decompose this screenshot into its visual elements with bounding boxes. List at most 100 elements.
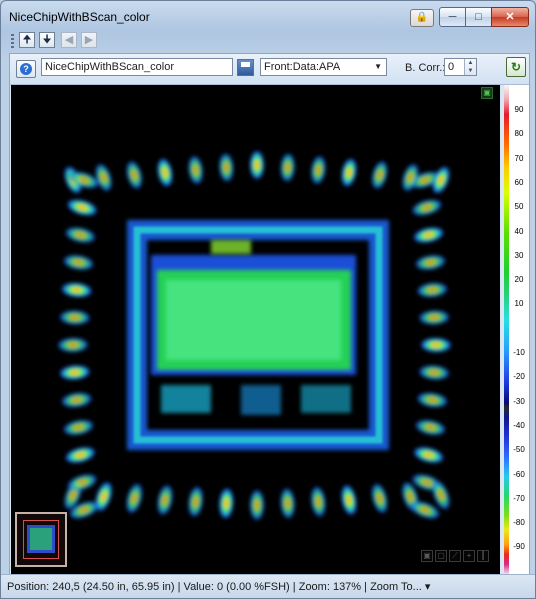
status-text: Position: 240,5 (24.50 in, 65.95 in) | V… xyxy=(7,580,430,593)
measure-icon[interactable]: ⟋ xyxy=(449,550,461,562)
chip-lead xyxy=(412,199,442,216)
chip-lead xyxy=(413,227,444,243)
chip-lead xyxy=(65,447,95,463)
chip-lead xyxy=(157,485,173,515)
help-icon: ? xyxy=(20,63,32,75)
color-scale-tick: -70 xyxy=(513,493,525,503)
forward-icon: ▶ xyxy=(84,34,94,46)
forward-button[interactable]: ▶ xyxy=(81,32,97,48)
color-scale-tick: 40 xyxy=(514,226,524,236)
color-scale-tick: -20 xyxy=(513,372,525,382)
status-value: Value: 0 (0.00 %FSH) xyxy=(183,581,290,593)
chip-lead xyxy=(61,392,92,408)
chevron-down-icon: ▾ xyxy=(424,581,431,593)
scan-image xyxy=(58,151,451,520)
chip-lead xyxy=(415,255,446,270)
view-select[interactable]: Front:Data:APA ▼ xyxy=(260,58,387,76)
color-scale-tick: -60 xyxy=(513,469,525,479)
chip-lead xyxy=(219,153,234,182)
chip-lead xyxy=(419,365,450,380)
color-scale-tick: 70 xyxy=(514,153,524,163)
export-up-icon: 🠉 xyxy=(22,34,32,46)
minimize-icon: ─ xyxy=(448,11,457,23)
color-scale-tick: -90 xyxy=(513,542,525,552)
overview-thumbnail[interactable] xyxy=(15,512,67,567)
chip-lead xyxy=(249,151,265,179)
minimize-button[interactable]: ─ xyxy=(439,7,466,27)
chip-lead xyxy=(67,199,97,216)
import-down-icon: 🠋 xyxy=(42,34,52,46)
chip-lead xyxy=(59,310,90,325)
color-scale-tick: 50 xyxy=(514,202,524,212)
color-scale-tick: 20 xyxy=(514,275,524,285)
chip-lead xyxy=(249,490,265,520)
chip-lead xyxy=(188,156,203,184)
zoom-to-menu[interactable]: Zoom To... ▾ xyxy=(370,581,430,593)
export-up-button[interactable]: 🠉 xyxy=(19,32,35,48)
caption-buttons: ─ □ ✕ xyxy=(439,7,529,27)
bcorr-stepper[interactable]: ▲ ▼ xyxy=(464,59,476,75)
title-bar[interactable]: NiceChipWithBScan_color 🔒 ─ □ ✕ xyxy=(1,1,535,31)
maximize-button[interactable]: □ xyxy=(465,7,492,27)
refresh-icon[interactable]: ↻ xyxy=(506,57,526,77)
close-icon: ✕ xyxy=(505,11,515,23)
toolbar-grip[interactable] xyxy=(11,34,14,48)
chip-lead xyxy=(421,337,451,353)
status-zoom: Zoom: 137% xyxy=(298,581,362,593)
chip-lead xyxy=(341,485,357,515)
help-button[interactable]: ? xyxy=(16,60,36,78)
chip-lead xyxy=(419,310,450,325)
chip-lead xyxy=(280,153,295,182)
zoom-to-label: Zoom To... xyxy=(370,581,422,593)
status-bar: Position: 240,5 (24.50 in, 65.95 in) | V… xyxy=(1,574,535,598)
status-separator: | xyxy=(361,581,371,593)
scan-image-view[interactable]: ▣ ▣ ▢ ⟋ + ┃ xyxy=(11,85,500,574)
zoom-rect-icon[interactable]: ▢ xyxy=(435,550,447,562)
import-down-button[interactable]: 🠋 xyxy=(39,32,55,48)
chip-lead xyxy=(63,255,94,270)
chevron-down-icon: ▼ xyxy=(374,62,382,71)
color-scale-tick: -80 xyxy=(513,518,525,528)
color-scale-tick: 80 xyxy=(514,129,524,139)
zoom-fit-icon[interactable]: ▣ xyxy=(421,550,433,562)
color-scale: 90 80 70 60 50 40 30 20 10 0 -10 -20 -30 -40 -50 -60 -70… xyxy=(504,85,529,574)
color-scale-tick: -40 xyxy=(513,420,525,430)
status-separator: | xyxy=(289,581,299,593)
lock-icon[interactable]: 🔒 xyxy=(410,9,434,27)
chip-lead xyxy=(59,365,90,380)
chip-lead xyxy=(219,488,234,519)
chip-lead xyxy=(65,227,96,243)
color-scale-tick: 10 xyxy=(514,299,524,309)
color-scale-tick: 0 xyxy=(516,323,522,333)
main-toolbar: 🠉 🠋 ◀ ▶ xyxy=(9,31,528,51)
crosshair-icon[interactable]: + xyxy=(463,550,475,562)
chip-lead xyxy=(372,161,388,189)
chip-lead xyxy=(157,158,173,187)
status-separator: | xyxy=(174,581,184,593)
close-button[interactable]: ✕ xyxy=(491,7,529,27)
status-position: Position: 240,5 (24.50 in, 65.95 in) xyxy=(7,581,175,593)
chip-lead xyxy=(58,337,88,353)
application-window: NiceChipWithBScan_color 🔒 ─ □ ✕ 🠉 🠋 ◀ ▶ … xyxy=(0,0,536,599)
chip-lead xyxy=(126,161,142,189)
bcorr-label: B. Corr.: xyxy=(405,62,446,74)
view-select-value: Front:Data:APA xyxy=(264,61,341,73)
chip-lead xyxy=(95,164,112,191)
scan-name-input[interactable]: NiceChipWithBScan_color xyxy=(41,58,233,76)
save-icon[interactable] xyxy=(237,59,254,76)
window-title: NiceChipWithBScan_color xyxy=(9,10,150,24)
back-button[interactable]: ◀ xyxy=(61,32,77,48)
color-scale-tick: 90 xyxy=(514,105,524,114)
chip-lead xyxy=(61,282,92,298)
chip-lead xyxy=(414,447,444,463)
chip-lead xyxy=(126,483,143,513)
split-icon[interactable]: ┃ xyxy=(477,550,489,562)
scan-panel: ? NiceChipWithBScan_color Front:Data:APA… xyxy=(9,53,530,575)
chip-lead xyxy=(417,282,448,298)
chip-lead xyxy=(311,156,326,184)
chip-lead xyxy=(415,420,446,435)
scan-toolbar: ? NiceChipWithBScan_color Front:Data:APA… xyxy=(10,54,529,85)
overlay-toggle-icon[interactable]: ▣ xyxy=(481,87,493,99)
chip-lead xyxy=(280,488,295,519)
maximize-icon: □ xyxy=(475,11,482,23)
